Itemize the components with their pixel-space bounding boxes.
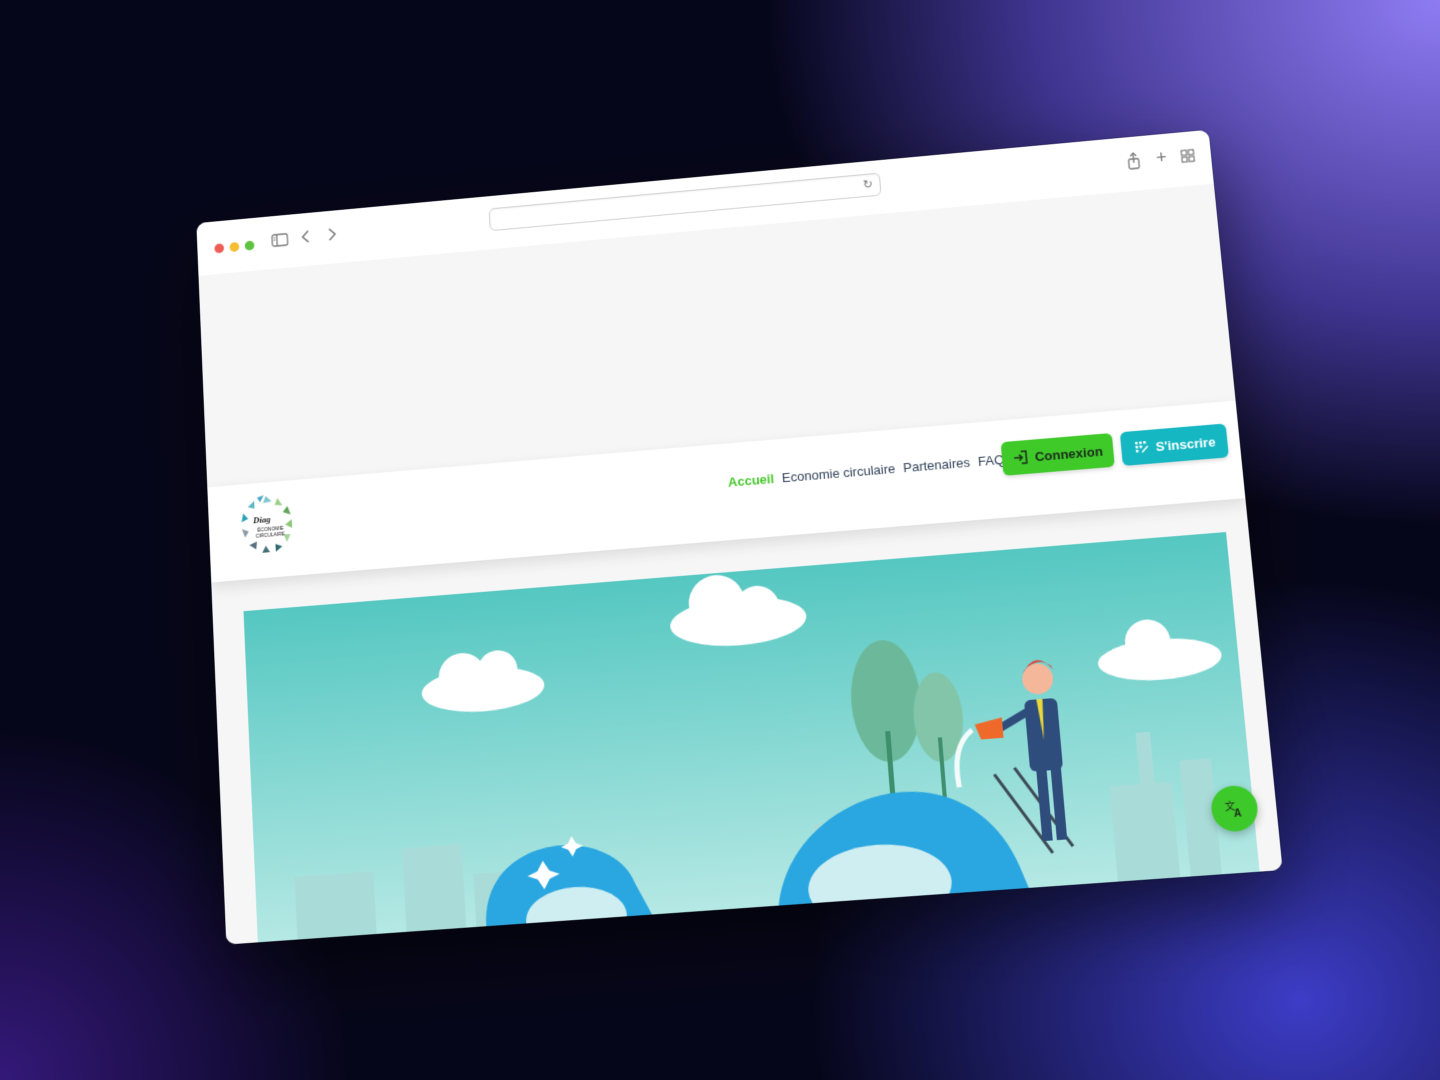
grid-icon[interactable]	[1180, 149, 1196, 168]
share-icon[interactable]	[1126, 152, 1142, 174]
signup-button[interactable]: S'inscrire	[1119, 423, 1229, 466]
svg-text:A: A	[1233, 808, 1242, 820]
sidebar-icon[interactable]	[271, 233, 289, 252]
chevron-right-icon[interactable]	[326, 226, 338, 246]
reload-icon[interactable]: ↻	[862, 177, 873, 191]
site-logo[interactable]: Diag ÉCONOMIE CIRCULAIRE	[229, 489, 310, 571]
signup-button-label: S'inscrire	[1154, 433, 1217, 454]
hero-illustration	[243, 532, 1260, 943]
main-nav: Accueil Economie circulaire Partenaires …	[728, 452, 1005, 490]
nav-item-partenaires[interactable]: Partenaires	[903, 455, 971, 475]
login-button[interactable]: Connexion	[1000, 432, 1115, 476]
signup-icon	[1134, 441, 1150, 456]
plus-icon[interactable]: +	[1155, 147, 1167, 167]
hero-image	[243, 532, 1260, 943]
nav-item-faq[interactable]: FAQ	[977, 452, 1004, 469]
translate-icon: 文 A	[1224, 799, 1242, 820]
nav-item-accueil[interactable]: Accueil	[728, 471, 775, 490]
browser-window: ↻ + Diag ÉCONOMIE CIRCULAIRE Accueil Eco…	[196, 129, 1283, 945]
close-window-button[interactable]	[214, 243, 225, 254]
maximize-window-button[interactable]	[244, 240, 255, 251]
logo-wordmark: Diag	[252, 514, 271, 526]
page-content: Diag ÉCONOMIE CIRCULAIRE Accueil Economi…	[198, 183, 1283, 945]
chevron-left-icon[interactable]	[299, 229, 311, 249]
minimize-window-button[interactable]	[229, 241, 240, 253]
nav-item-economie-circulaire[interactable]: Economie circulaire	[781, 461, 895, 485]
browser-stage: ↻ + Diag ÉCONOMIE CIRCULAIRE Accueil Eco…	[196, 129, 1283, 945]
login-button-label: Connexion	[1034, 443, 1104, 464]
login-icon	[1012, 449, 1030, 466]
